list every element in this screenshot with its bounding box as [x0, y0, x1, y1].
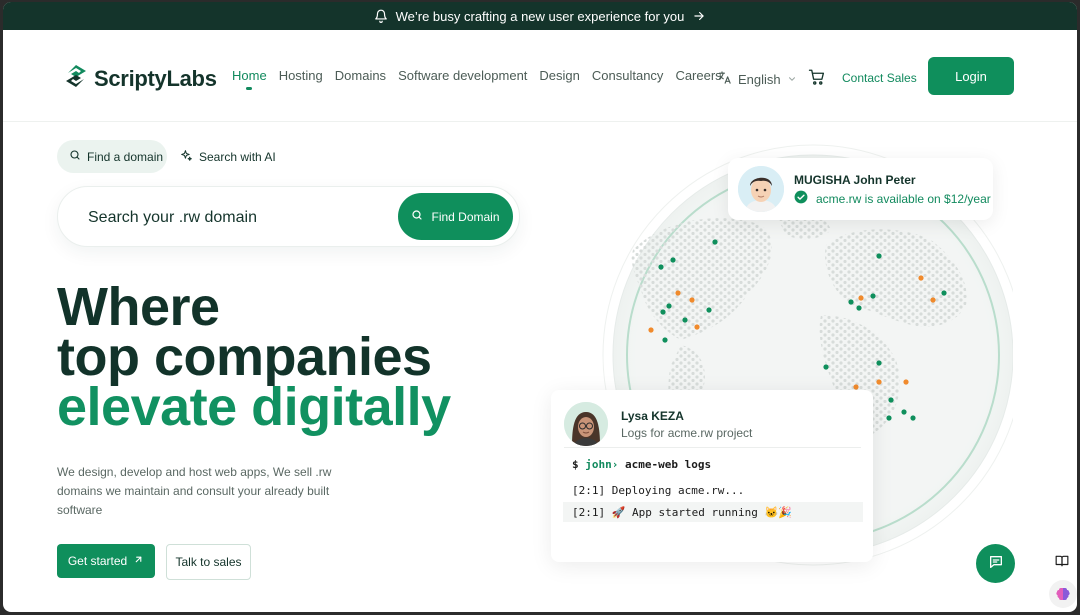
availability-text: acme.rw is available on $12/year [816, 191, 991, 206]
terminal-command-text: acme-web logs [625, 458, 712, 471]
terminal-user: john› [585, 458, 619, 471]
arrow-right-icon [692, 9, 706, 23]
browser-page: We’re busy crafting a new user experienc… [3, 2, 1077, 612]
domain-search-box: Find Domain [57, 186, 520, 247]
book-icon[interactable] [1055, 554, 1069, 573]
language-selector[interactable]: English [717, 70, 797, 88]
get-started-button[interactable]: Get started [57, 544, 155, 578]
divider [564, 447, 861, 448]
navbar: ScriptyLabs Home Hosting Domains Softwar… [3, 30, 1077, 122]
terminal-log-line: [2:1] 🚀 App started running 🐱🎉 [563, 502, 863, 522]
search-icon [411, 209, 423, 224]
scriptylabs-logo-icon [64, 64, 88, 93]
terminal-log-line: [2:1] Deploying acme.rw... [572, 484, 745, 497]
cart-icon[interactable] [808, 68, 826, 91]
card-user-name: MUGISHA John Peter [794, 173, 916, 187]
language-label: English [738, 71, 781, 87]
tab-find-label: Find a domain [87, 149, 164, 164]
brand-name: ScriptyLabs [94, 65, 217, 91]
main-menu: Home Hosting Domains Software developmen… [232, 68, 722, 90]
announcement-bar[interactable]: We’re busy crafting a new user experienc… [3, 2, 1077, 30]
sparkle-icon [180, 149, 193, 165]
nav-design[interactable]: Design [539, 68, 579, 83]
terminal-command: $ john› acme-web logs [572, 458, 711, 471]
chat-icon [988, 554, 1004, 573]
brain-icon[interactable] [1049, 580, 1077, 608]
arrow-up-right-icon [133, 554, 144, 568]
nav-home[interactable]: Home [232, 68, 267, 90]
nav-software-development[interactable]: Software development [398, 68, 527, 83]
find-domain-label: Find Domain [431, 209, 500, 224]
translate-icon [717, 70, 732, 88]
terminal-prompt: $ [572, 458, 579, 471]
availability-status: acme.rw is available on $12/year [794, 190, 991, 207]
project-logs-card: Lysa KEZA Logs for acme.rw project $ joh… [551, 390, 873, 562]
tab-ai-label: Search with AI [199, 150, 276, 164]
talk-to-sales-button[interactable]: Talk to sales [166, 544, 251, 580]
chat-button[interactable] [976, 544, 1015, 583]
nav-careers[interactable]: Careers [675, 68, 721, 83]
hero-subtext: We design, develop and host web apps, We… [57, 465, 332, 517]
domain-availability-card: MUGISHA John Peter acme.rw is available … [728, 158, 993, 220]
tab-search-ai[interactable]: Search with AI [180, 149, 276, 165]
nav-consultancy[interactable]: Consultancy [592, 68, 664, 83]
card-logs-name: Lysa KEZA [621, 409, 684, 423]
card-logs-desc: Logs for acme.rw project [621, 426, 753, 440]
headline-line-1: Where [57, 277, 220, 337]
contact-sales-link[interactable]: Contact Sales [842, 71, 917, 85]
find-domain-button[interactable]: Find Domain [398, 193, 513, 240]
headline-line-3: elevate digitally [57, 377, 451, 437]
login-button[interactable]: Login [928, 57, 1014, 95]
avatar [738, 166, 784, 212]
domain-search-input[interactable] [88, 206, 388, 230]
headline-line-2: top companies [57, 327, 432, 387]
avatar [564, 402, 608, 446]
announcement-text: We’re busy crafting a new user experienc… [395, 8, 685, 24]
logo[interactable]: ScriptyLabs [64, 64, 217, 93]
check-circle-icon [794, 190, 808, 207]
bell-icon [374, 9, 388, 23]
nav-domains[interactable]: Domains [335, 68, 386, 83]
hero-section: Find a domain Search with AI Find Domain… [3, 122, 1077, 612]
chevron-down-icon [787, 72, 797, 87]
search-icon [69, 149, 81, 164]
nav-hosting[interactable]: Hosting [279, 68, 323, 83]
get-started-label: Get started [67, 554, 128, 568]
tab-find-domain[interactable]: Find a domain [57, 140, 167, 173]
hero-headline: Where top companies elevate digitally [57, 277, 451, 437]
